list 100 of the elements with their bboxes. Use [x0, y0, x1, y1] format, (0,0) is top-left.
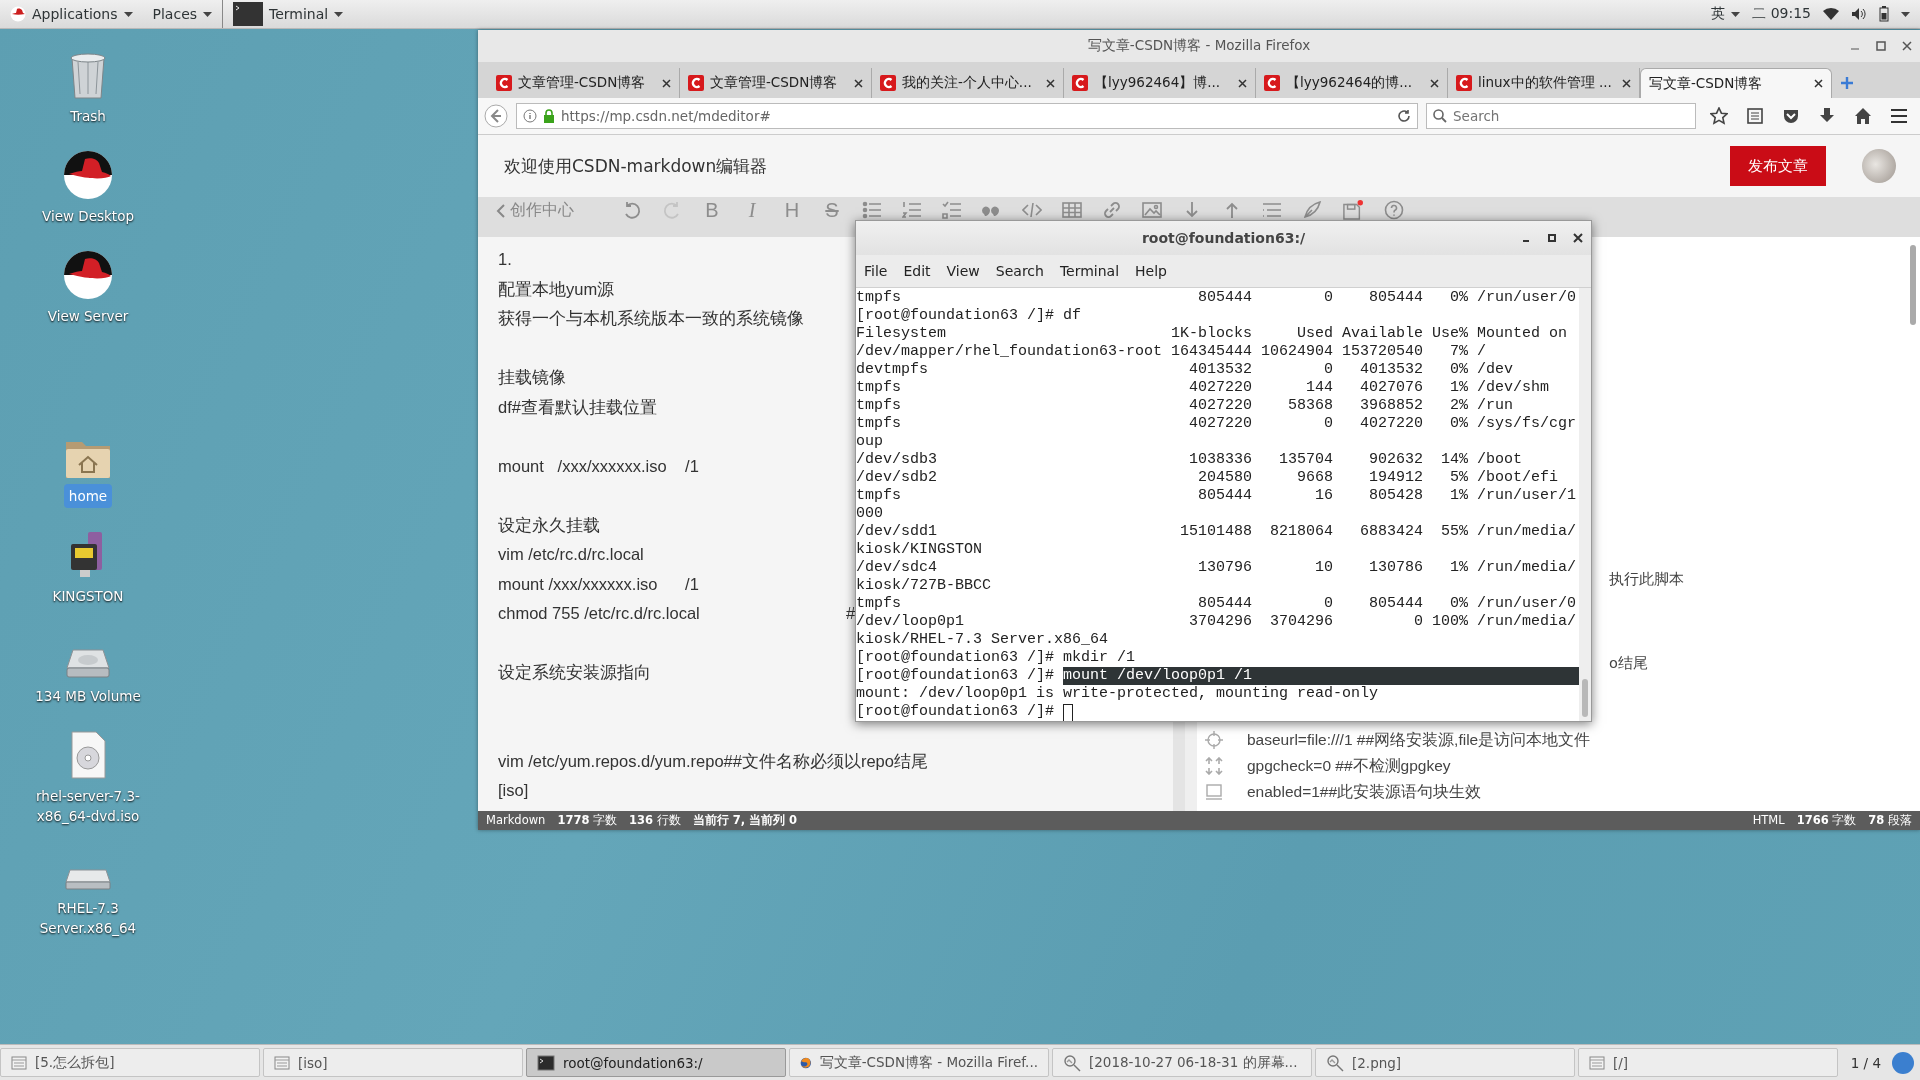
- download-icon[interactable]: [1818, 107, 1836, 125]
- battery-icon[interactable]: [1879, 6, 1889, 22]
- star-icon[interactable]: [1710, 107, 1728, 125]
- publish-button[interactable]: 发布文章: [1730, 146, 1826, 186]
- editor-line: 配置本地yum源: [498, 278, 615, 300]
- taskbar-button[interactable]: 写文章-CSDN博客 - Mozilla Firef...: [789, 1048, 1049, 1077]
- hat-icon: [63, 150, 113, 200]
- panel-menu[interactable]: Places: [142, 0, 223, 28]
- selected-text: mount /dev/loop0p1 /1: [1063, 667, 1579, 685]
- browser-tab[interactable]: 写文章-CSDN博客: [1640, 68, 1832, 98]
- terminal-line: Filesystem 1K-blocks Used Available Use% Mounted on: [856, 325, 1568, 343]
- terminal-line: tmpfs 805444 16 805428 1% /run/user/1: [856, 487, 1577, 505]
- table-icon[interactable]: [1062, 200, 1082, 220]
- maximize-icon[interactable]: [1547, 233, 1557, 243]
- close-icon[interactable]: [1046, 78, 1055, 88]
- workspace-pager[interactable]: 1 / 4: [1842, 1054, 1889, 1071]
- new-tab-icon[interactable]: [1840, 76, 1854, 90]
- save-icon[interactable]: [1342, 200, 1364, 220]
- close-icon[interactable]: [1622, 78, 1631, 88]
- menu-item[interactable]: Search: [989, 263, 1050, 279]
- taskbar-button[interactable]: root@foundation63:/: [526, 1048, 786, 1077]
- site-icon: [496, 75, 512, 91]
- address-bar[interactable]: https://mp.csdn.net/mdeditor#: [516, 103, 1418, 129]
- close-icon[interactable]: [1238, 78, 1247, 88]
- caret-icon: [334, 11, 344, 17]
- taskbar-button[interactable]: [2.png]: [1315, 1048, 1575, 1077]
- hat-icon: [10, 6, 26, 22]
- avatar[interactable]: [1862, 149, 1896, 183]
- info-icon[interactable]: [523, 109, 537, 123]
- task-list-icon[interactable]: [942, 200, 962, 220]
- link-icon[interactable]: [1102, 200, 1122, 220]
- home-icon[interactable]: [1854, 107, 1872, 125]
- menu-item[interactable]: File: [858, 263, 894, 279]
- close-icon[interactable]: [1573, 233, 1583, 243]
- status-text: 1778 字数: [557, 813, 618, 828]
- editor-line: mount /xxx/xxxxxx.iso /1: [498, 455, 699, 477]
- back-icon[interactable]: [484, 104, 508, 128]
- terminal-line: kiosk/KINGSTON: [856, 541, 983, 559]
- volume-icon[interactable]: [1851, 7, 1867, 21]
- reading-list-icon[interactable]: [1746, 107, 1764, 125]
- code-icon[interactable]: [1022, 200, 1042, 220]
- terminal-line: kiosk/727B-BBCC: [856, 577, 992, 595]
- close-icon[interactable]: [1902, 41, 1912, 51]
- numbered-list-icon[interactable]: [902, 200, 922, 220]
- close-icon[interactable]: [1430, 78, 1439, 88]
- site-icon: [1456, 75, 1472, 91]
- editor-line: 1.: [498, 249, 512, 270]
- search-field[interactable]: Search: [1426, 103, 1696, 129]
- menu-item[interactable]: Terminal: [1053, 263, 1126, 279]
- scrollbar[interactable]: [1910, 245, 1916, 325]
- maximize-icon[interactable]: [1876, 41, 1886, 51]
- scrollbar-thumb[interactable]: [1582, 679, 1588, 717]
- pen-icon[interactable]: [1302, 200, 1322, 220]
- status-text: 当前行 7, 当前列 0: [692, 813, 798, 828]
- taskbar-button[interactable]: [/]: [1578, 1048, 1838, 1077]
- reload-icon[interactable]: [1397, 109, 1411, 123]
- notification-icon[interactable]: [1892, 1051, 1914, 1074]
- preview-line: baseurl=file:///1 ##网络安装源,file是访问本地文件: [1247, 729, 1591, 750]
- menu-item[interactable]: Edit: [897, 263, 937, 279]
- monitor-icon[interactable]: [1205, 783, 1223, 801]
- terminal-line: kiosk/RHEL-7.3 Server.x86_64: [856, 631, 1109, 649]
- site-icon: [880, 75, 896, 91]
- taskbar-button[interactable]: [5.怎么拆包]: [0, 1048, 260, 1077]
- terminal-line: tmpfs 805444 0 805444 0% /run/user/0: [856, 595, 1577, 613]
- terminal-line: /dev/sdb3 1038336 135704 902632 14% /boot: [856, 451, 1523, 469]
- close-icon[interactable]: [662, 78, 671, 88]
- status-text: 1766 字数: [1796, 813, 1857, 828]
- image-icon[interactable]: [1142, 200, 1162, 220]
- terminal-line: /dev/mapper/rhel_foundation63-root 164345444 10624904 153720540 7% /: [856, 343, 1487, 361]
- editor-line: 设定系统安装源指向: [498, 662, 651, 683]
- menu-icon[interactable]: [1890, 108, 1908, 124]
- page-heading: 欢迎使用CSDN-markdown编辑器: [504, 154, 769, 178]
- preview-text: 执行此脚本: [1609, 571, 1684, 587]
- pocket-icon[interactable]: [1782, 107, 1800, 125]
- crosshair-icon[interactable]: [1205, 731, 1223, 749]
- undo-icon[interactable]: [622, 200, 642, 220]
- bullet-list-icon[interactable]: [862, 200, 882, 220]
- terminal-line: [root@foundation63 /]#: [856, 703, 1056, 721]
- help-icon[interactable]: [1384, 200, 1404, 220]
- taskbar-button[interactable]: [iso]: [263, 1048, 523, 1077]
- terminal-line: tmpfs 4027220 58368 3968852 2% /run: [856, 397, 1514, 415]
- menu-item[interactable]: View: [940, 263, 986, 279]
- terminal-line: [root@foundation63 /]#: [856, 667, 1056, 685]
- image-viewer-icon: [1063, 1053, 1081, 1072]
- input-method-menu[interactable]: 英: [1711, 5, 1741, 23]
- close-icon[interactable]: [854, 78, 863, 88]
- taskbar-button[interactable]: [2018-10-27 06-18-31 的屏幕...: [1052, 1048, 1312, 1077]
- editor-text: #: [846, 603, 856, 624]
- expand-arrows-icon[interactable]: [1205, 757, 1223, 775]
- terminal-icon: [537, 1054, 555, 1071]
- close-icon[interactable]: [1814, 79, 1823, 88]
- list-icon[interactable]: [1262, 200, 1282, 220]
- panel-menu[interactable]: Terminal: [222, 0, 354, 28]
- menu-item[interactable]: Help: [1129, 263, 1173, 279]
- terminal-line: tmpfs 4027220 0 4027220 0% /sys/fs/cgr: [856, 415, 1577, 433]
- wifi-icon[interactable]: [1823, 7, 1839, 21]
- caret-icon: [1731, 11, 1741, 17]
- panel-menu[interactable]: Applications: [0, 0, 143, 28]
- terminal-line: tmpfs 805444 0 805444 0% /run/user/0: [856, 289, 1577, 307]
- clock[interactable]: 二 09:15: [1752, 5, 1811, 23]
